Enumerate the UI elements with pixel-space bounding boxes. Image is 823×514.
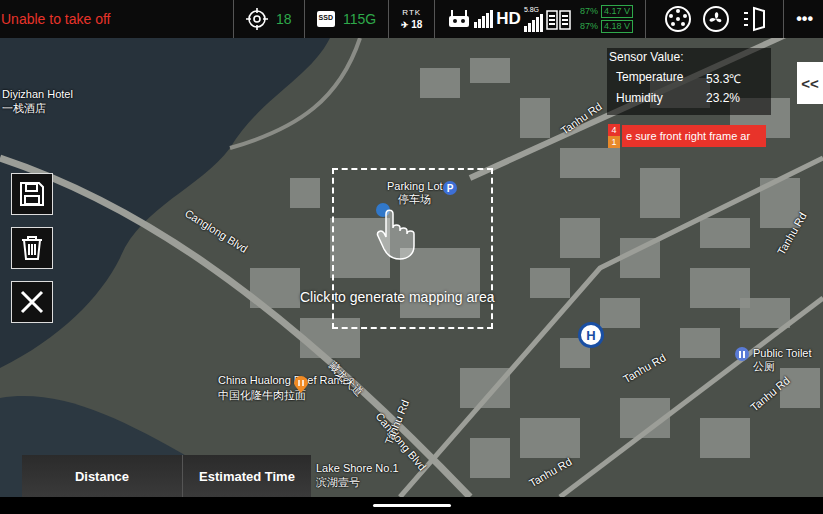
status-item[interactable]: SSD115G bbox=[304, 0, 389, 38]
mapping-hint: Click to generate mapping area bbox=[300, 289, 495, 305]
map-label: Parking Lot bbox=[387, 180, 443, 192]
map-label: 一栈酒店 bbox=[2, 101, 46, 116]
more-button[interactable]: ••• bbox=[783, 0, 823, 38]
map-label: Lake Shore No.1 bbox=[316, 462, 399, 474]
map-label: 公厕 bbox=[753, 359, 775, 374]
map-label: 中国化隆牛肉拉面 bbox=[218, 388, 306, 403]
delete-button[interactable] bbox=[11, 227, 53, 269]
system-nav-bar bbox=[0, 497, 823, 514]
battery-pack-icon bbox=[546, 8, 572, 30]
map-view[interactable]: Diyizhan Hotel一栈酒店Canglong BlvdParking L… bbox=[0, 38, 823, 497]
battery-row: 87%4.18 V bbox=[580, 20, 633, 33]
ssd-icon: SSD bbox=[317, 11, 335, 27]
takeoff-status: Unable to take off bbox=[0, 11, 233, 27]
home-handle[interactable] bbox=[373, 504, 451, 507]
close-button[interactable] bbox=[11, 281, 53, 323]
battery-list: 87%4.17 V 87%4.18 V bbox=[576, 5, 633, 33]
alert-bar[interactable]: 41e sure front right frame ar bbox=[608, 124, 766, 148]
home-point[interactable]: H bbox=[578, 322, 604, 348]
save-icon bbox=[19, 181, 45, 207]
info-cell: Distance bbox=[22, 455, 183, 497]
sensor-row: Humidity23.2% bbox=[609, 91, 769, 105]
drone-mapping-screen: Unable to take off18SSD115GRTK✈18HD5.8G8… bbox=[0, 0, 823, 514]
tap-hand-icon bbox=[376, 202, 420, 260]
camera-aperture-icon[interactable] bbox=[664, 5, 692, 33]
save-button[interactable] bbox=[11, 173, 53, 215]
map-label: Diyizhan Hotel bbox=[2, 88, 73, 100]
signal-bars bbox=[474, 10, 493, 28]
close-icon bbox=[19, 289, 45, 315]
map-label: 滨湖壹号 bbox=[316, 475, 360, 490]
mission-info-panel: DistanceEstimated Time bbox=[22, 455, 311, 497]
toilet-pin-icon[interactable] bbox=[735, 347, 749, 361]
alert-count: 1 bbox=[608, 136, 620, 148]
target-icon bbox=[246, 8, 268, 30]
tool-column bbox=[11, 173, 53, 323]
info-cell: Estimated Time bbox=[183, 455, 311, 497]
controller-icon bbox=[447, 9, 471, 29]
map-label: 停车场 bbox=[398, 192, 431, 207]
alert-count: 4 bbox=[608, 124, 620, 136]
top-bar: Unable to take off18SSD115GRTK✈18HD5.8G8… bbox=[0, 0, 823, 38]
rtk-icon: RTK✈18 bbox=[401, 9, 422, 30]
restaurant-pin-icon[interactable] bbox=[294, 376, 308, 394]
trash-icon bbox=[19, 235, 45, 261]
fan-icon[interactable] bbox=[702, 5, 730, 33]
sensor-panel: Sensor Value:Temperature53.3℃Humidity23.… bbox=[607, 48, 771, 115]
map-label: Public Toilet bbox=[753, 347, 812, 359]
parking-pin[interactable]: P bbox=[443, 181, 457, 195]
sensor-row: Temperature53.3℃ bbox=[609, 70, 769, 87]
battery-row: 87%4.17 V bbox=[580, 5, 633, 18]
status-item[interactable]: 18 bbox=[233, 0, 304, 38]
collapse-button[interactable]: << bbox=[797, 62, 823, 104]
alert-message: e sure front right frame ar bbox=[622, 125, 766, 147]
status-item[interactable]: RTK✈18 bbox=[388, 0, 434, 38]
link-status[interactable]: HD5.8G bbox=[434, 0, 576, 38]
signal-bars bbox=[524, 14, 543, 32]
panel-toggle-icon[interactable] bbox=[740, 5, 768, 33]
